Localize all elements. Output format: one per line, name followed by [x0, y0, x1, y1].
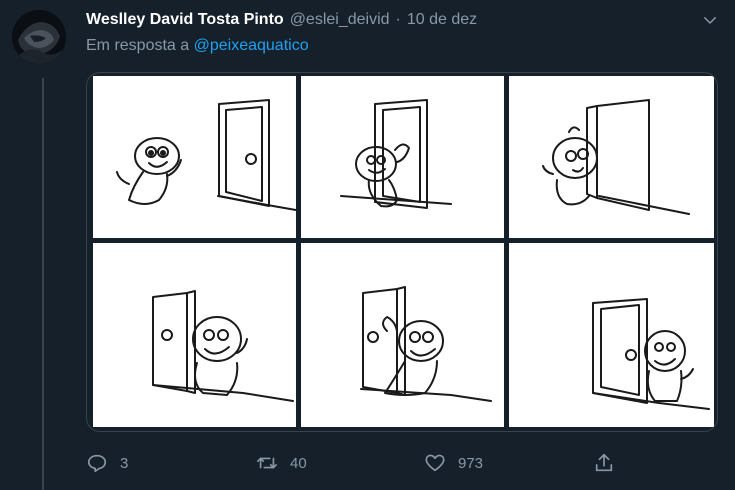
retweet-arrows-icon	[257, 457, 277, 469]
thread-connector-line	[42, 78, 44, 490]
separator-dot: ·	[395, 11, 401, 28]
share-button[interactable]	[593, 450, 615, 476]
tweet-header: Weslley David Tosta Pinto @eslei_deivid …	[86, 9, 721, 31]
share-upload-icon	[595, 453, 613, 472]
comic-panel-6	[509, 243, 714, 427]
retweet-button[interactable]: 40	[256, 450, 307, 476]
author-name[interactable]: Weslley David Tosta Pinto	[86, 11, 284, 29]
reply-prefix: Em resposta a	[86, 37, 190, 54]
like-button[interactable]: 973	[424, 450, 483, 476]
comic-panel-4	[93, 243, 296, 427]
comic-panel-3	[509, 76, 714, 238]
like-count: 973	[458, 454, 484, 472]
comic-panel-5	[301, 243, 504, 427]
author-handle[interactable]: @eslei_deivid	[290, 11, 390, 29]
tweet-actions-bar: 3 40 973	[86, 450, 626, 476]
comic-panel-2	[301, 76, 504, 238]
speech-bubble-icon	[87, 454, 107, 473]
avatar[interactable]	[12, 10, 66, 64]
tweet-date[interactable]: 10 de dez	[407, 11, 477, 29]
reply-button[interactable]: 3	[86, 450, 128, 476]
reply-count: 3	[120, 454, 129, 472]
reply-context: Em resposta a @peixeaquatico	[86, 37, 309, 55]
heart-icon	[425, 454, 445, 472]
reply-mention-link[interactable]: @peixeaquatico	[194, 37, 309, 54]
retweet-count: 40	[290, 454, 307, 472]
tweet-media-image[interactable]	[86, 72, 718, 432]
comic-panel-1	[93, 76, 296, 238]
chevron-down-icon[interactable]	[699, 9, 721, 31]
